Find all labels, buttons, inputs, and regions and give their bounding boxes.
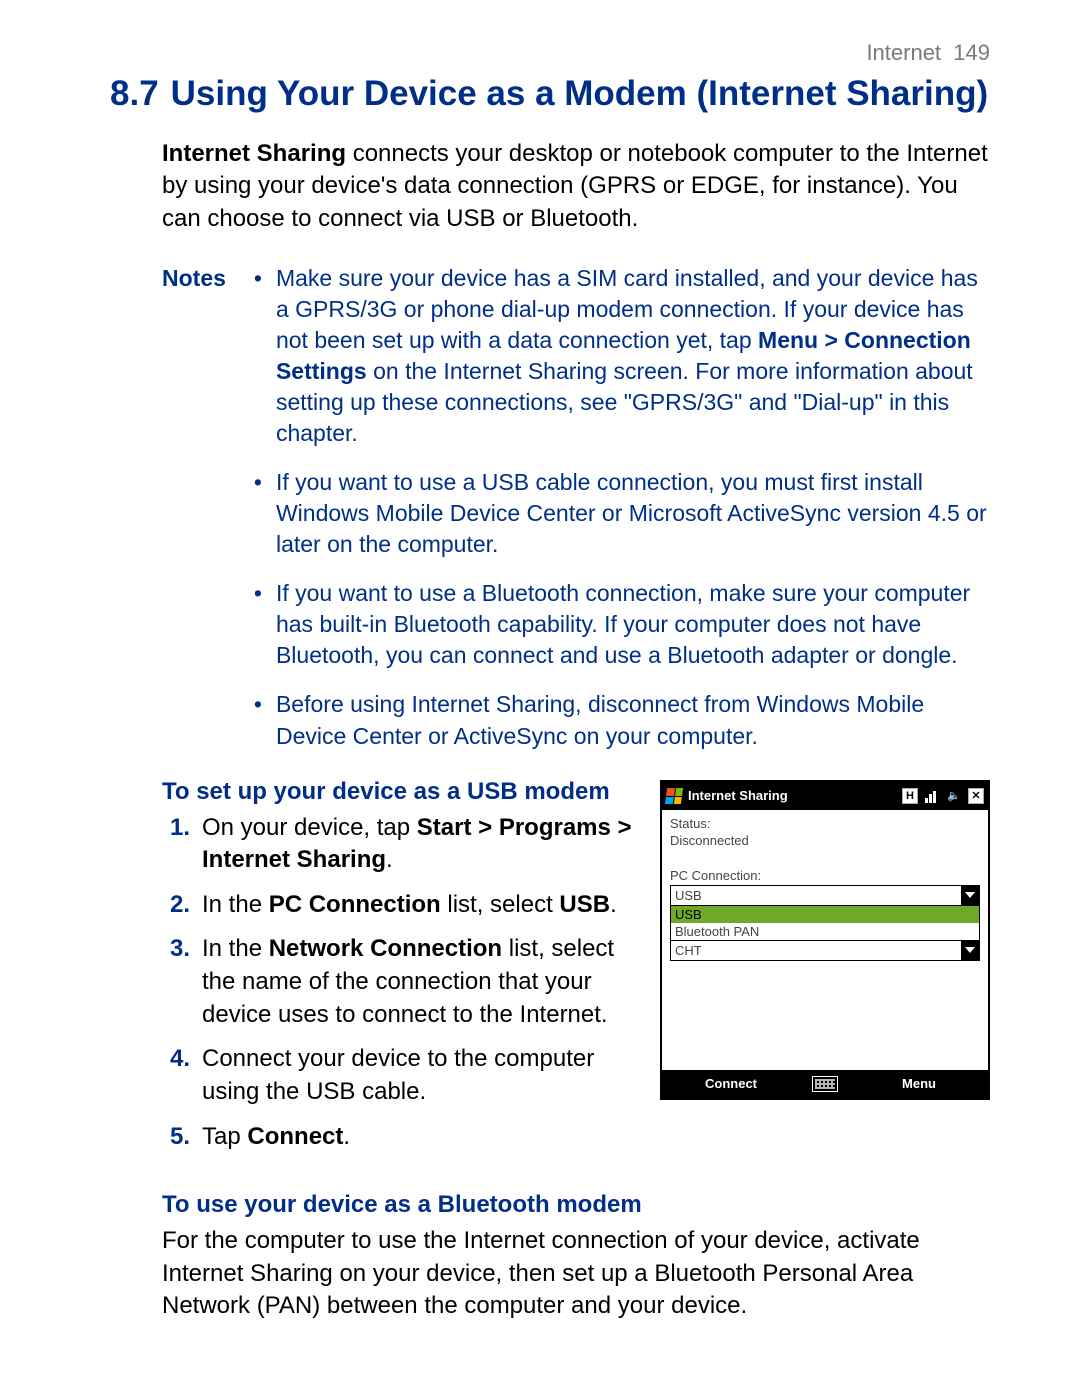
step-text: list, select: [441, 891, 560, 918]
device-screenshot: Internet Sharing H 🔈 ✕ Status: Disconnec…: [660, 780, 990, 1100]
signal-icon[interactable]: [924, 788, 940, 804]
step-text: In the: [202, 935, 269, 962]
bluetooth-subheading: To use your device as a Bluetooth modem: [162, 1191, 990, 1219]
pc-connection-dropdown: USB Bluetooth PAN: [670, 906, 980, 941]
intro-lead: Internet Sharing: [162, 140, 346, 167]
running-header: Internet 149: [110, 40, 990, 66]
dropdown-option[interactable]: USB: [671, 906, 979, 923]
keyboard-icon: [812, 1076, 838, 1092]
chapter-name: Internet: [866, 40, 941, 65]
step-text: .: [610, 891, 617, 918]
note-item: • Before using Internet Sharing, disconn…: [254, 689, 990, 751]
note-text: If you want to use a USB cable connectio…: [276, 467, 990, 560]
note-text: on the Internet Sharing screen. For more…: [276, 358, 973, 446]
connection-h-icon[interactable]: H: [902, 788, 918, 804]
bullet-icon: •: [254, 578, 262, 671]
step-number: 5.: [162, 1121, 190, 1154]
speaker-icon[interactable]: 🔈: [946, 788, 962, 804]
step-number: 4.: [162, 1043, 190, 1108]
step-bold: Connect: [247, 1123, 343, 1150]
status-label: Status:: [670, 816, 980, 831]
chevron-down-icon[interactable]: [961, 941, 979, 960]
step-item: 3. In the Network Connection list, selec…: [162, 933, 638, 1031]
note-item: • Make sure your device has a SIM card i…: [254, 263, 990, 449]
note-item: • If you want to use a USB cable connect…: [254, 467, 990, 560]
step-text: .: [386, 846, 393, 873]
step-text: On your device, tap: [202, 814, 417, 841]
step-text: In the: [202, 891, 269, 918]
usb-steps: 1. On your device, tap Start > Programs …: [162, 812, 638, 1154]
network-connection-combo[interactable]: CHT: [670, 941, 980, 961]
section-heading: 8.7 Using Your Device as a Modem (Intern…: [110, 72, 990, 116]
step-bold: USB: [559, 891, 610, 918]
step-bold: PC Connection: [269, 891, 441, 918]
device-titlebar: Internet Sharing H 🔈 ✕: [662, 782, 988, 810]
bluetooth-paragraph: For the computer to use the Internet con…: [162, 1225, 990, 1323]
device-body: Status: Disconnected PC Connection: USB …: [662, 810, 988, 1070]
device-title: Internet Sharing: [688, 788, 788, 803]
softkey-connect[interactable]: Connect: [662, 1076, 800, 1091]
note-text: If you want to use a Bluetooth connectio…: [276, 578, 990, 671]
pc-connection-value: USB: [671, 888, 961, 903]
notes-label: Notes: [162, 263, 226, 752]
bullet-icon: •: [254, 689, 262, 751]
step-text: Tap: [202, 1123, 247, 1150]
device-softkeys: Connect Menu: [662, 1070, 988, 1098]
step-item: 1. On your device, tap Start > Programs …: [162, 812, 638, 877]
step-item: 5. Tap Connect.: [162, 1121, 638, 1154]
dropdown-option[interactable]: Bluetooth PAN: [671, 923, 979, 940]
close-icon[interactable]: ✕: [968, 788, 984, 804]
manual-page: Internet 149 8.7 Using Your Device as a …: [0, 0, 1080, 1383]
step-number: 1.: [162, 812, 190, 877]
pc-connection-combo[interactable]: USB: [670, 885, 980, 906]
network-connection-value: CHT: [671, 943, 961, 958]
windows-flag-icon[interactable]: [665, 788, 683, 804]
bullet-icon: •: [254, 263, 262, 449]
step-bold: Network Connection: [269, 935, 502, 962]
step-text: .: [343, 1123, 350, 1150]
bullet-icon: •: [254, 467, 262, 560]
status-value: Disconnected: [670, 833, 980, 848]
usb-subheading: To set up your device as a USB modem: [162, 778, 638, 806]
chevron-down-icon[interactable]: [961, 886, 979, 905]
page-number: 149: [953, 40, 990, 65]
step-text: Connect your device to the computer usin…: [202, 1043, 638, 1108]
note-item: • If you want to use a Bluetooth connect…: [254, 578, 990, 671]
section-number: 8.7: [110, 72, 159, 116]
notes-list: • Make sure your device has a SIM card i…: [254, 263, 990, 752]
section-title: Using Your Device as a Modem (Internet S…: [171, 72, 989, 116]
notes-block: Notes • Make sure your device has a SIM …: [162, 263, 990, 752]
step-item: 4. Connect your device to the computer u…: [162, 1043, 638, 1108]
step-number: 2.: [162, 889, 190, 922]
step-number: 3.: [162, 933, 190, 1031]
softkey-menu[interactable]: Menu: [850, 1076, 988, 1091]
pc-connection-label: PC Connection:: [670, 868, 980, 883]
note-text: Before using Internet Sharing, disconnec…: [276, 689, 990, 751]
softkey-keyboard[interactable]: [800, 1076, 850, 1092]
step-item: 2. In the PC Connection list, select USB…: [162, 889, 638, 922]
intro-paragraph: Internet Sharing connects your desktop o…: [162, 138, 990, 235]
